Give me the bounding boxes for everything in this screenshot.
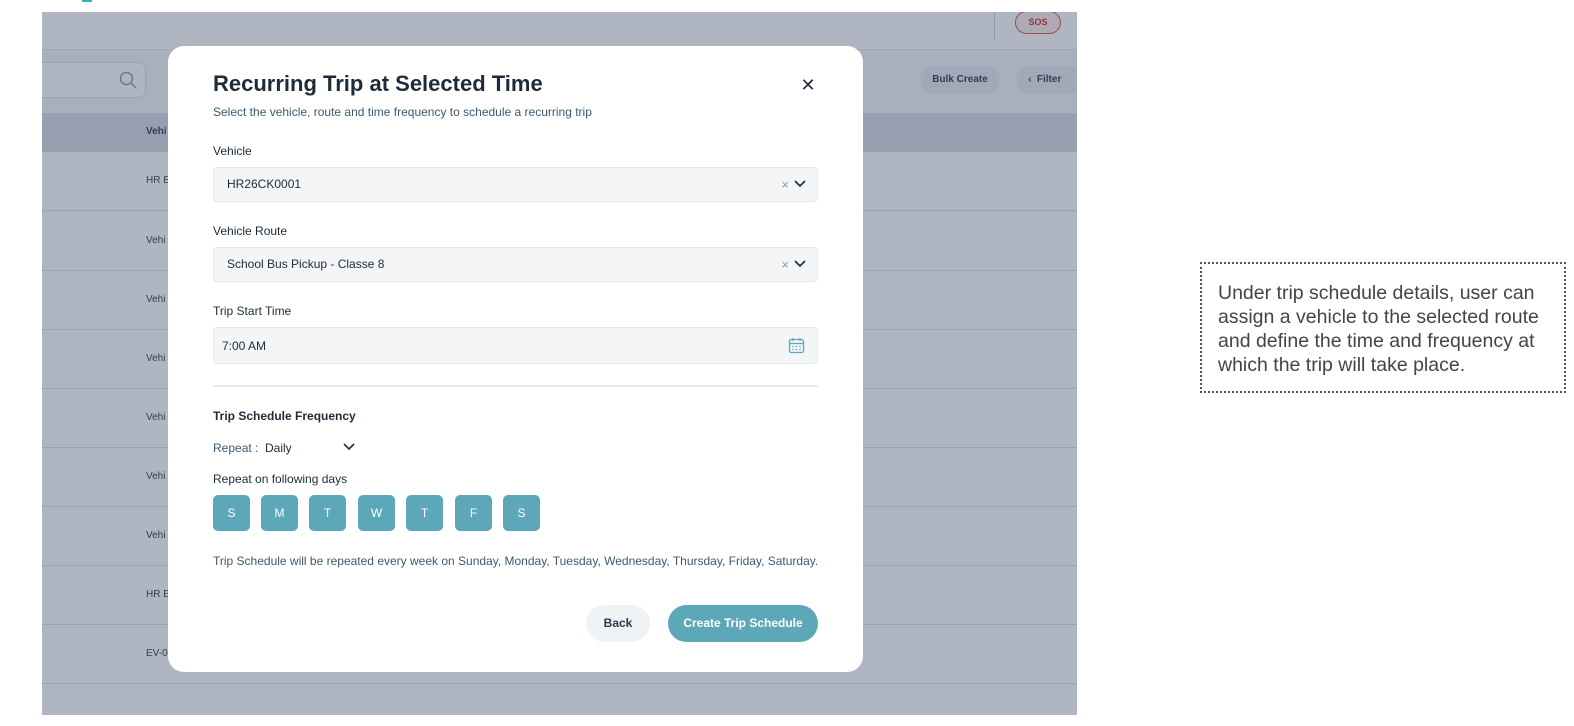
- day-toggle-sunday[interactable]: S: [213, 495, 250, 531]
- day-toggle-friday[interactable]: F: [455, 495, 492, 531]
- back-button[interactable]: Back: [586, 605, 650, 642]
- start-time-input[interactable]: 7:00 AM: [213, 327, 818, 364]
- close-icon[interactable]: ✕: [800, 76, 816, 94]
- vehicle-value: HR26CK0001: [227, 177, 302, 191]
- chevron-down-icon[interactable]: [343, 443, 355, 451]
- schedule-summary: Trip Schedule will be repeated every wee…: [213, 554, 819, 568]
- day-toggle-saturday[interactable]: S: [503, 495, 540, 531]
- frequency-section-title: Trip Schedule Frequency: [213, 409, 356, 423]
- chevron-down-icon[interactable]: [794, 260, 806, 268]
- day-toggle-tuesday[interactable]: T: [309, 495, 346, 531]
- brand-accent-fragment: [82, 0, 92, 2]
- days-label: Repeat on following days: [213, 472, 348, 486]
- section-divider: [213, 385, 818, 387]
- clear-icon[interactable]: ×: [781, 257, 789, 272]
- route-value: School Bus Pickup - Classe 8: [227, 257, 385, 271]
- calendar-icon[interactable]: [788, 337, 805, 354]
- annotation-callout: Under trip schedule details, user can as…: [1200, 262, 1566, 393]
- annotation-text: Under trip schedule details, user can as…: [1218, 282, 1539, 376]
- recurring-trip-modal: Recurring Trip at Selected Time Select t…: [168, 46, 863, 672]
- modal-subtitle: Select the vehicle, route and time frequ…: [213, 105, 592, 119]
- route-label: Vehicle Route: [213, 224, 288, 238]
- day-toggle-wednesday[interactable]: W: [358, 495, 395, 531]
- day-toggle-thursday[interactable]: T: [406, 495, 443, 531]
- vehicle-select[interactable]: HR26CK0001 ×: [213, 167, 818, 202]
- modal-title: Recurring Trip at Selected Time: [213, 71, 543, 96]
- repeat-label: Repeat :: [213, 441, 259, 455]
- create-trip-schedule-button[interactable]: Create Trip Schedule: [668, 605, 818, 642]
- start-time-value: 7:00 AM: [222, 339, 267, 353]
- vehicle-label: Vehicle: [213, 144, 252, 158]
- chevron-down-icon[interactable]: [794, 180, 806, 188]
- start-time-label: Trip Start Time: [213, 304, 292, 318]
- day-toggle-monday[interactable]: M: [261, 495, 298, 531]
- clear-icon[interactable]: ×: [781, 177, 789, 192]
- route-select[interactable]: School Bus Pickup - Classe 8 ×: [213, 247, 818, 282]
- repeat-dropdown[interactable]: Daily: [265, 441, 292, 455]
